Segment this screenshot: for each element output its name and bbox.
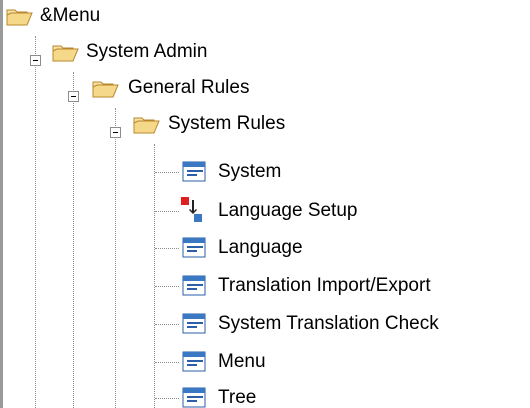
window-icon — [182, 351, 208, 378]
folder-open-icon — [92, 79, 120, 104]
tree-item-general-rules[interactable]: General Rules — [0, 76, 530, 112]
collapse-toggle[interactable] — [30, 55, 41, 66]
tree-item-system-rules[interactable]: System Rules — [0, 112, 530, 148]
tree-item-menu-root[interactable]: &Menu — [0, 4, 530, 40]
collapse-toggle[interactable] — [68, 91, 79, 102]
window-icon — [182, 313, 208, 340]
tree-item-system-admin[interactable]: System Admin — [0, 40, 530, 76]
tree-item-language[interactable]: Language — [0, 236, 530, 272]
tree-line — [155, 286, 179, 287]
window-icon — [182, 387, 208, 408]
tree-item-label: Tree — [218, 387, 257, 408]
language-setup-icon — [180, 195, 206, 228]
tree-item-tree[interactable]: Tree — [0, 386, 530, 408]
tree-item-label: Translation Import/Export — [218, 275, 431, 296]
window-icon — [182, 237, 208, 264]
tree-item-label: System Rules — [168, 113, 286, 134]
tree-item-label: System — [218, 161, 282, 182]
tree-item-label: Menu — [218, 351, 266, 372]
window-icon — [182, 161, 208, 188]
folder-open-icon — [6, 7, 34, 32]
tree-line — [155, 172, 179, 173]
menu-tree: &Menu System Admin General Rules System … — [0, 0, 530, 408]
tree-item-language-setup[interactable]: Language Setup — [0, 197, 530, 235]
tree-item-label: System Admin — [86, 41, 208, 62]
tree-line — [155, 362, 179, 363]
tree-item-label: Language Setup — [218, 200, 358, 221]
tree-item-menu[interactable]: Menu — [0, 350, 530, 386]
tree-item-label: System Translation Check — [218, 313, 439, 334]
folder-open-icon — [52, 43, 80, 68]
tree-item-translation-import-export[interactable]: Translation Import/Export — [0, 274, 530, 310]
tree-item-system[interactable]: System — [0, 160, 530, 196]
tree-item-label: General Rules — [128, 77, 250, 98]
window-icon — [182, 275, 208, 302]
tree-line — [155, 324, 179, 325]
tree-line — [155, 398, 179, 399]
collapse-toggle[interactable] — [110, 127, 121, 138]
folder-open-icon — [133, 115, 161, 140]
tree-item-system-translation-check[interactable]: System Translation Check — [0, 312, 530, 348]
tree-item-label: &Menu — [40, 5, 101, 26]
tree-line — [155, 211, 179, 212]
tree-line — [155, 248, 179, 249]
tree-item-label: Language — [218, 237, 303, 258]
